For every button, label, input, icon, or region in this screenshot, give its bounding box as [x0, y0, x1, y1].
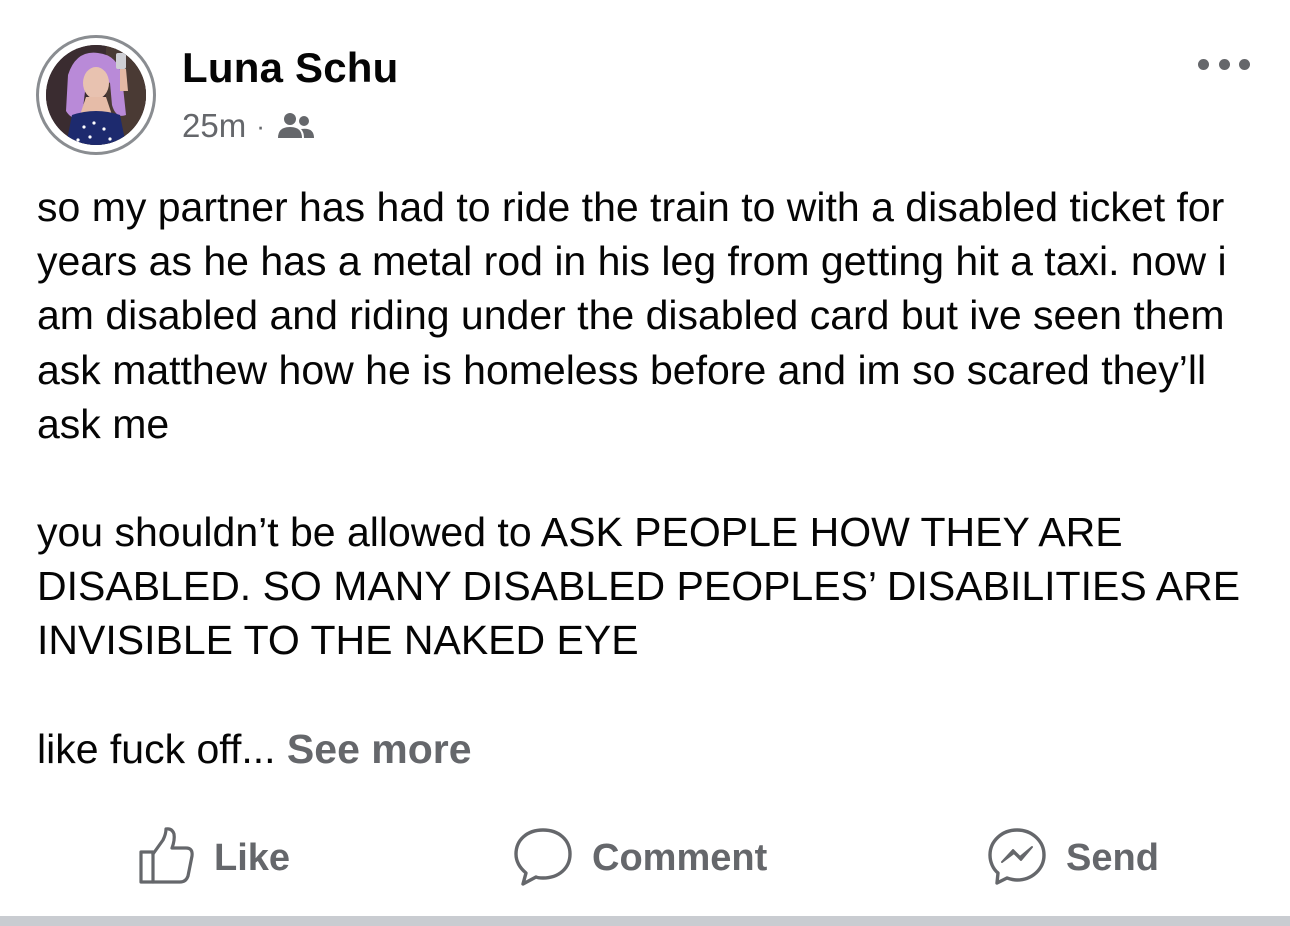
comment-button[interactable]: Comment [512, 822, 767, 894]
post-paragraph-last: like fuck off... See more [37, 722, 1267, 776]
post-body: so my partner has had to ride the train … [37, 180, 1267, 776]
meta-separator: · [256, 110, 265, 141]
post-meta: 25m · [182, 106, 315, 146]
post-paragraph-text: like fuck off... [37, 725, 276, 772]
comment-bubble-icon [512, 826, 574, 891]
more-dot [1218, 58, 1230, 70]
messenger-icon [986, 826, 1048, 891]
thumbs-up-icon [136, 826, 196, 891]
more-options-icon[interactable] [1198, 52, 1250, 76]
friends-icon[interactable] [277, 110, 315, 142]
profile-photo [46, 45, 146, 145]
comment-label: Comment [592, 836, 768, 879]
author-name[interactable]: Luna Schu [182, 44, 398, 92]
more-dot [1239, 58, 1250, 70]
like-button[interactable]: Like [136, 822, 290, 894]
post-paragraph: you shouldn’t be allowed to ASK PEOPLE H… [37, 509, 1241, 664]
more-dot [1198, 58, 1209, 70]
post-timestamp[interactable]: 25m [182, 107, 246, 145]
like-label: Like [214, 836, 291, 879]
post-divider [0, 916, 1290, 926]
send-button[interactable]: Send [986, 822, 1159, 894]
see-more-link[interactable]: See more [287, 726, 472, 772]
feed-post: Luna Schu 25m · so my partner has had to… [0, 0, 1290, 916]
post-paragraph: so my partner has had to ride the train … [37, 184, 1227, 447]
send-label: Send [1066, 836, 1159, 879]
avatar[interactable] [36, 35, 156, 155]
action-bar: Like Comment Send [0, 822, 1290, 894]
